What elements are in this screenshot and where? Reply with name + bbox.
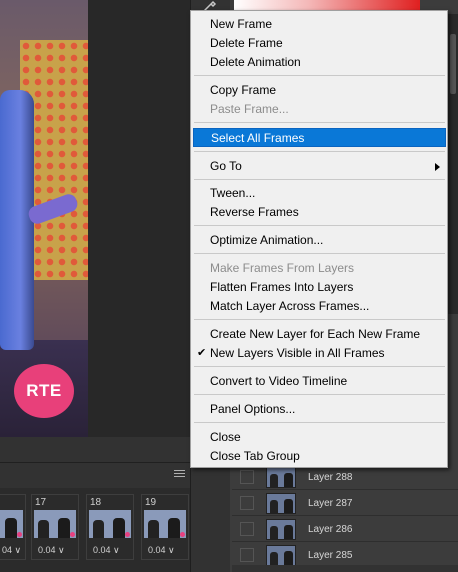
menu-item-go-to[interactable]: Go To [193, 157, 446, 176]
menu-separator [194, 122, 445, 123]
frame-marker [70, 532, 75, 537]
menu-item-new-layers-visible-label: New Layers Visible in All Frames [210, 346, 385, 360]
rte-logo-text: RTE [26, 381, 62, 400]
rte-logo: RTE [14, 364, 74, 418]
menu-item-close[interactable]: Close [193, 428, 446, 447]
frame-delay[interactable]: 0.04 ∨ [148, 545, 175, 556]
frame-number: 18 [90, 497, 102, 508]
menu-item-make-frames-from-layers: Make Frames From Layers [210, 261, 355, 275]
layer-thumbnail [266, 518, 296, 540]
layer-row[interactable]: Layer 288 [232, 465, 458, 490]
video-frame-person [0, 90, 34, 350]
menu-separator [194, 75, 445, 76]
menu-item-delete-frame[interactable]: Delete Frame [193, 34, 446, 53]
menu-separator [194, 366, 445, 367]
menu-item-go-to-label: Go To [210, 159, 242, 173]
checkmark-icon: ✔ [197, 347, 207, 359]
menu-item-flatten-frames-into-layers[interactable]: Flatten Frames Into Layers [193, 278, 446, 297]
visibility-toggle[interactable] [240, 548, 254, 562]
menu-separator [194, 394, 445, 395]
menu-item-panel-options[interactable]: Panel Options... [193, 400, 446, 419]
frame-marker [125, 532, 130, 537]
layer-name[interactable]: Layer 285 [308, 550, 352, 561]
visibility-toggle[interactable] [240, 522, 254, 536]
timeline-frame[interactable]: 19 0.04 ∨ [141, 494, 189, 560]
frame-delay[interactable]: 0.04 ∨ [93, 545, 120, 556]
menu-item-delete-animation[interactable]: Delete Animation [193, 53, 446, 72]
panel-menu-icon[interactable] [174, 470, 185, 478]
menu-separator [194, 422, 445, 423]
menu-item-new-frame[interactable]: New Frame [193, 15, 446, 34]
photoshop-window: RTE Layer 288 Layer 287 Layer 286 Layer … [0, 0, 458, 572]
menu-item-close-tab-group[interactable]: Close Tab Group [193, 447, 446, 466]
menu-item-paste-frame: Paste Frame... [210, 102, 289, 116]
visibility-toggle[interactable] [240, 496, 254, 510]
menu-item-select-all-frames[interactable]: Select All Frames [193, 128, 446, 147]
layer-name[interactable]: Layer 286 [308, 524, 352, 535]
menu-item-reverse-frames[interactable]: Reverse Frames [193, 203, 446, 222]
panel-scrollbar[interactable] [448, 14, 458, 314]
timeline-frame[interactable]: 18 0.04 ∨ [86, 494, 134, 560]
timeline-context-menu: New Frame Delete Frame Delete Animation … [190, 10, 448, 468]
menu-item-convert-to-video-timeline[interactable]: Convert to Video Timeline [193, 372, 446, 391]
frame-delay[interactable]: 04 ∨ [2, 545, 21, 556]
menu-item-copy-frame[interactable]: Copy Frame [193, 81, 446, 100]
menu-item-match-layer-across-frames[interactable]: Match Layer Across Frames... [193, 297, 446, 316]
menu-separator [194, 179, 445, 180]
layer-name[interactable]: Layer 287 [308, 498, 352, 509]
visibility-toggle[interactable] [240, 470, 254, 484]
layer-row[interactable]: Layer 287 [232, 491, 458, 516]
frame-marker [17, 532, 22, 537]
menu-item-tween[interactable]: Tween... [193, 184, 446, 203]
menu-item-create-new-layer-each-frame[interactable]: Create New Layer for Each New Frame [193, 325, 446, 344]
menu-item-new-layers-visible[interactable]: ✔ New Layers Visible in All Frames [193, 344, 446, 363]
menu-separator [194, 319, 445, 320]
timeline-frame[interactable]: 04 ∨ [0, 494, 26, 560]
timeline-frame[interactable]: 17 0.04 ∨ [31, 494, 79, 560]
canvas-pasteboard [88, 0, 190, 437]
layer-thumbnail [266, 544, 296, 566]
layer-thumbnail [266, 492, 296, 514]
frame-number: 19 [145, 497, 157, 508]
timeline-header [0, 462, 190, 488]
frame-delay[interactable]: 0.04 ∨ [38, 545, 65, 556]
frame-marker [180, 532, 185, 537]
menu-separator [194, 253, 445, 254]
layer-thumbnail [266, 466, 296, 488]
layer-row[interactable]: Layer 286 [232, 517, 458, 542]
menu-separator [194, 225, 445, 226]
layers-footer [232, 565, 458, 572]
menu-separator [194, 151, 445, 152]
document-canvas[interactable]: RTE [0, 0, 88, 437]
layer-name[interactable]: Layer 288 [308, 472, 352, 483]
submenu-arrow-icon [435, 163, 440, 171]
frame-number: 17 [35, 497, 47, 508]
menu-item-optimize-animation[interactable]: Optimize Animation... [193, 231, 446, 250]
